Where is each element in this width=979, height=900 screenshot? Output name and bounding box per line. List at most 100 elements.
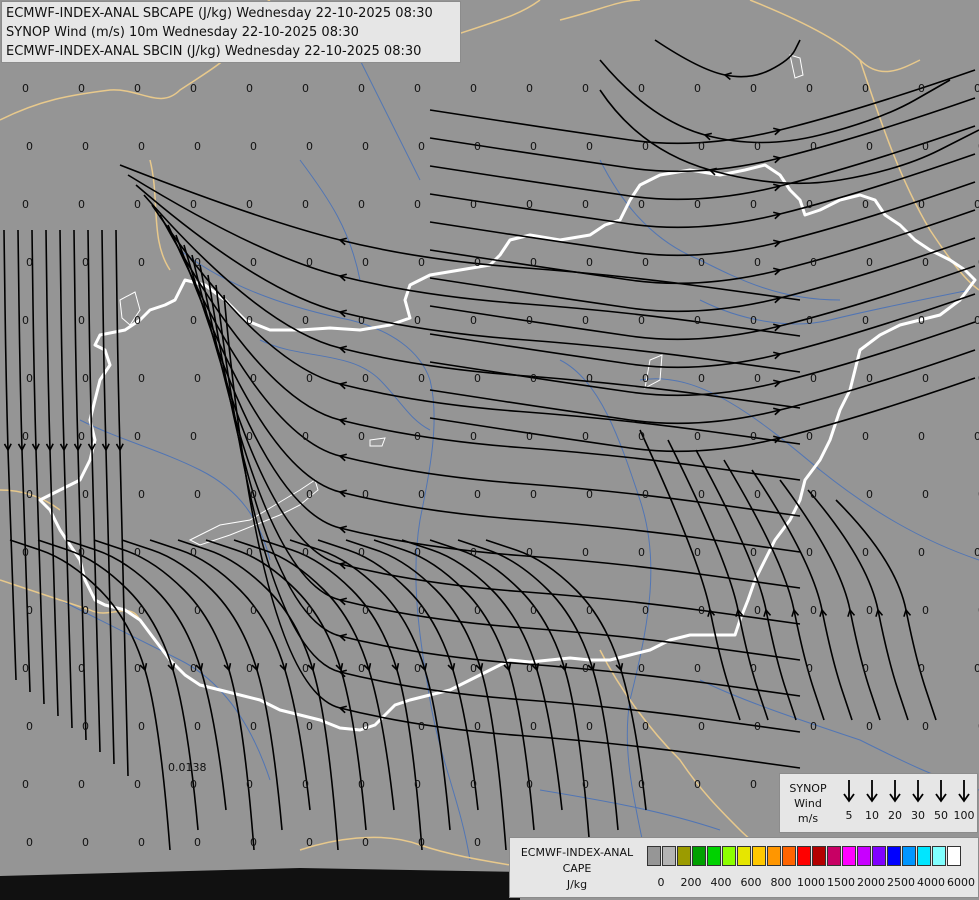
- sbcape-value: 0: [530, 372, 537, 385]
- sbcape-value: 0: [586, 488, 593, 501]
- sbcape-value: 0: [526, 82, 533, 95]
- sbcape-value: 0: [414, 546, 421, 559]
- sbcape-value: 0: [918, 662, 925, 675]
- sbcape-value: 0: [362, 720, 369, 733]
- sbcape-value: 0: [358, 198, 365, 211]
- sbcape-value: 0: [530, 720, 537, 733]
- sbcape-value: 0: [26, 836, 33, 849]
- sbcape-value: 0: [530, 140, 537, 153]
- cape-color-swatch: [872, 846, 886, 866]
- sbcape-value: 0: [810, 140, 817, 153]
- sbcape-value: 0: [194, 836, 201, 849]
- sbcape-value: 0: [138, 720, 145, 733]
- cape-color-swatch: [932, 846, 946, 866]
- sbcape-value: 0: [862, 546, 869, 559]
- sbcape-value: 0: [470, 430, 477, 443]
- cape-color-swatch: [692, 846, 706, 866]
- sbcape-value: 0: [362, 604, 369, 617]
- sbcape-value: 0: [642, 720, 649, 733]
- sbcape-value: 0: [470, 662, 477, 675]
- sbcape-value: 0: [414, 662, 421, 675]
- cape-legend-title: ECMWF-INDEX-ANAL: [520, 846, 634, 859]
- sbcape-value: 0: [974, 314, 979, 327]
- sbcape-value: 0: [190, 430, 197, 443]
- sbcape-value: 0: [414, 314, 421, 327]
- sbcape-value: 0: [358, 430, 365, 443]
- sbcape-value: 0: [806, 314, 813, 327]
- sbcape-value: 0: [362, 836, 369, 849]
- sbcape-value: 0: [810, 256, 817, 269]
- sbcape-value: 0: [694, 198, 701, 211]
- sbcape-value: 0: [250, 720, 257, 733]
- sbcape-value: 0: [638, 198, 645, 211]
- sbcape-value: 0: [190, 314, 197, 327]
- cape-color-swatch: [722, 846, 736, 866]
- sbcape-value: 0: [582, 662, 589, 675]
- cape-color-swatch: [887, 846, 901, 866]
- sbcape-value: 0: [638, 82, 645, 95]
- sbcape-value: 0: [474, 720, 481, 733]
- map-title-box: ECMWF-INDEX-ANAL SBCAPE (J/kg) Wednesday…: [1, 1, 461, 63]
- wind-arrow-icon: [935, 780, 947, 803]
- sbcape-value: 0: [810, 604, 817, 617]
- sbcape-value: 0: [26, 140, 33, 153]
- sbcape-value: 0: [82, 372, 89, 385]
- wind-legend-item: 100: [951, 778, 977, 822]
- sbcape-value: 0: [918, 546, 925, 559]
- sbcape-value: 0: [194, 256, 201, 269]
- sbcape-value: 0: [810, 720, 817, 733]
- sbcape-value: 0: [418, 140, 425, 153]
- sbcape-value: 0: [358, 662, 365, 675]
- sbcape-value: 0: [190, 82, 197, 95]
- sbcape-value: 0: [246, 82, 253, 95]
- sbcape-value: 0: [698, 256, 705, 269]
- sbcape-value: 0: [418, 604, 425, 617]
- sbcape-value: 0: [750, 198, 757, 211]
- sbcape-value: 0: [26, 604, 33, 617]
- sbcape-value: 0: [918, 198, 925, 211]
- sbcape-value: 0: [642, 488, 649, 501]
- sbcape-value: 0: [698, 604, 705, 617]
- sbcape-value: 0: [78, 662, 85, 675]
- wind-arrow-icon: [912, 780, 924, 803]
- sbcape-value: 0: [246, 198, 253, 211]
- sbcape-value: 0: [302, 662, 309, 675]
- sbcape-value: 0: [922, 720, 929, 733]
- sbcape-value: 0: [582, 82, 589, 95]
- sbcape-value: 0: [22, 82, 29, 95]
- sbcape-value: 0: [82, 604, 89, 617]
- sbcape-value: 0: [750, 662, 757, 675]
- sbcape-value: 0: [638, 314, 645, 327]
- sbcape-value: 0: [22, 198, 29, 211]
- sbcape-value: 0: [586, 720, 593, 733]
- sbcape-value: 0: [78, 778, 85, 791]
- sbcape-value: 0: [306, 372, 313, 385]
- sbcape-value: 0: [246, 546, 253, 559]
- sbcape-value: 0: [866, 256, 873, 269]
- sbcape-value: 0: [530, 488, 537, 501]
- sbcape-value: 0: [78, 314, 85, 327]
- cape-legend-label: ECMWF-INDEX-ANAL CAPE J/kg: [512, 845, 642, 893]
- sbcape-value: 0: [526, 662, 533, 675]
- cape-legend: ECMWF-INDEX-ANAL CAPE J/kg 0 200 400 600 800…: [509, 837, 979, 898]
- sbcape-value: 0: [526, 314, 533, 327]
- wind-speed-label: 100: [953, 809, 975, 822]
- sbcape-value: 0: [862, 662, 869, 675]
- cape-color-swatch: [842, 846, 856, 866]
- wind-legend: SYNOP Wind m/s 5 10 20 30 50 100: [779, 773, 978, 833]
- sbcape-value: 0: [22, 314, 29, 327]
- sbcape-value: 0: [470, 314, 477, 327]
- sbcape-value: 0: [694, 82, 701, 95]
- sbcape-value: 0: [530, 604, 537, 617]
- sbcape-value: 0: [302, 778, 309, 791]
- sbcape-value: 0: [358, 546, 365, 559]
- sbcape-value: 0: [922, 372, 929, 385]
- sbcape-value: 0: [358, 82, 365, 95]
- title-synop-wind: SYNOP Wind (m/s) 10m Wednesday 22-10-202…: [6, 25, 359, 40]
- sbcape-value: 0: [78, 82, 85, 95]
- sbcape-value: 0: [250, 836, 257, 849]
- sbcape-value: 0: [526, 778, 533, 791]
- sbcape-value: 0: [22, 662, 29, 675]
- cape-color-swatch: [677, 846, 691, 866]
- wind-arrow-icon: [958, 780, 970, 803]
